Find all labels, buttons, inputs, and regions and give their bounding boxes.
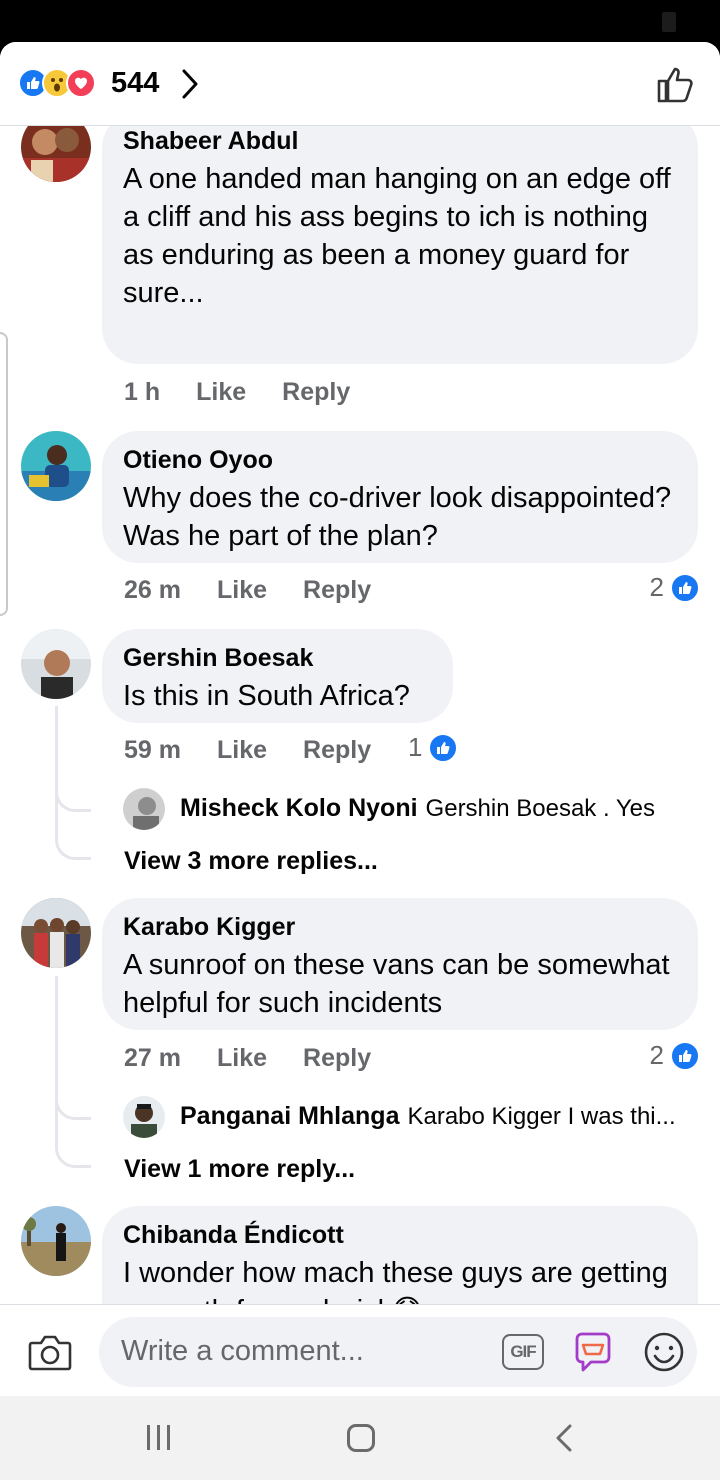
battery-icon [662,12,676,32]
reactions-header[interactable]: 544 [0,42,720,126]
comment-input[interactable] [121,1331,491,1371]
like-button[interactable]: Like [196,378,246,407]
avatar[interactable] [21,431,91,501]
reply-button[interactable]: Reply [303,576,371,605]
like-count-value: 2 [649,572,664,602]
reply-preview[interactable]: Misheck Kolo Nyoni Gershin Boesak . Yes [180,794,655,823]
reply-button[interactable]: Reply [303,1044,371,1073]
comment-like-count[interactable]: 2 [650,572,700,603]
thread-branch [55,816,91,860]
edge-panel-handle[interactable] [0,332,8,616]
comment-author[interactable]: Shabeer Abdul [123,126,676,156]
reply-text: Karabo Kigger I was thi... [407,1103,676,1130]
like-button[interactable]: Like [217,736,267,765]
comment-time: 26 m [124,576,181,604]
reaction-count[interactable]: 544 [111,67,159,100]
reply-text: Gershin Boesak . Yes [425,795,656,822]
comment-actions: 59 m Like Reply [124,736,371,765]
reaction-icons [18,68,108,98]
comment-text: Is this in South Africa? [123,680,410,712]
comment-time: 1 h [124,378,161,406]
comment-actions: 27 m Like Reply [124,1044,371,1073]
reply-avatar[interactable] [123,788,165,830]
avatar[interactable] [21,629,91,699]
like-count-value: 1 [408,732,423,762]
like-icon [428,732,459,763]
view-more-replies-link[interactable]: View 1 more reply... [124,1155,355,1184]
comment-text: A one handed man hanging on an edge off … [123,163,671,309]
comment-actions: 26 m Like Reply [124,576,371,605]
comment-like-count[interactable]: 2 [650,1040,700,1071]
comment-input-wrapper: GIF [99,1317,697,1387]
status-bar [0,0,720,44]
gif-button[interactable]: GIF [502,1334,544,1370]
love-reaction-icon [66,68,96,98]
reply-button[interactable]: Reply [303,736,371,765]
avatar[interactable] [21,1206,91,1276]
reply-avatar[interactable] [123,1096,165,1138]
comment-author[interactable]: Chibanda Éndicott [123,1220,676,1250]
comments-sheet: 544 Shabeer Abdul A one handed man hangi… [0,42,720,1396]
comment-bubble[interactable]: Otieno Oyoo Why does the co-driver look … [102,431,698,563]
comment-bubble[interactable]: Chibanda Éndicott I wonder how mach thes… [102,1206,698,1306]
reply-preview[interactable]: Panganai Mhlanga Karabo Kigger I was thi… [180,1102,676,1131]
comment-bubble[interactable]: Shabeer Abdul A one handed man hanging o… [102,126,698,364]
reply-button[interactable]: Reply [282,378,350,407]
comment-text: Why does the co-driver look disappointed… [123,482,672,552]
comment-composer: GIF [0,1304,720,1396]
system-nav-bar [0,1396,720,1480]
comment-text: I wonder how mach these guys are getting… [123,1254,676,1306]
comment-time: 59 m [124,736,181,764]
chevron-right-icon[interactable] [180,68,200,100]
like-button[interactable]: Like [217,576,267,605]
like-button[interactable]: Like [217,1044,267,1073]
comment-text: A sunroof on these vans can be somewhat … [123,949,670,1019]
avatar[interactable] [21,898,91,968]
comments-list: Shabeer Abdul A one handed man hanging o… [0,126,720,1306]
like-icon [670,572,700,603]
like-outline-icon[interactable] [656,64,694,104]
thread-branch [55,766,91,812]
comment-author[interactable]: Karabo Kigger [123,912,676,942]
back-icon[interactable] [555,1424,573,1452]
avatar[interactable] [21,126,91,182]
comment-actions: 1 h Like Reply [124,378,350,407]
like-count-value: 2 [649,1040,664,1070]
comment-like-count[interactable]: 1 [408,732,459,763]
thread-branch [55,1124,91,1168]
reply-author[interactable]: Misheck Kolo Nyoni [180,794,418,823]
reply-author[interactable]: Panganai Mhlanga [180,1102,399,1131]
camera-icon[interactable] [28,1333,72,1371]
comment-author[interactable]: Gershin Boesak [123,643,431,673]
comment-time: 27 m [124,1044,181,1072]
like-icon [670,1040,700,1071]
comment-bubble[interactable]: Karabo Kigger A sunroof on these vans ca… [102,898,698,1030]
thread-branch [55,1074,91,1120]
recent-apps-icon[interactable] [147,1425,170,1450]
emoji-icon[interactable] [642,1330,686,1374]
comment-bubble[interactable]: Gershin Boesak Is this in South Africa? [102,629,453,723]
view-more-replies-link[interactable]: View 3 more replies... [124,847,378,876]
avatar-sticker-icon[interactable] [571,1331,615,1373]
comment-author[interactable]: Otieno Oyoo [123,445,676,475]
home-icon[interactable] [347,1424,375,1452]
